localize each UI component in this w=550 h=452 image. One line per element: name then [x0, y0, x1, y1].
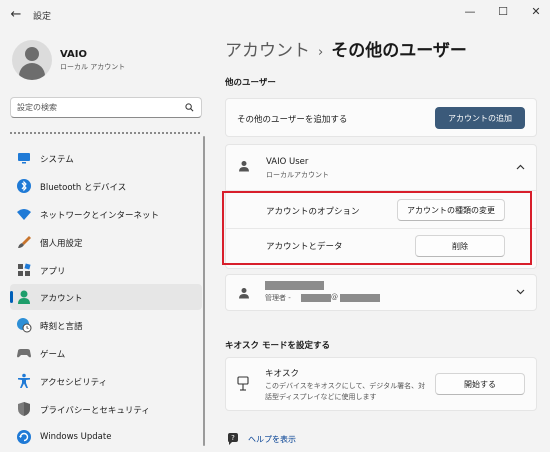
help-icon[interactable]: ? — [226, 432, 240, 446]
redacted-email-domain — [340, 294, 380, 302]
help-link[interactable]: ヘルプを表示 — [248, 434, 296, 445]
breadcrumb-parent[interactable]: アカウント — [225, 41, 310, 61]
nav-item-accounts[interactable]: アカウント — [10, 284, 202, 310]
highlight-box — [222, 191, 532, 265]
avatar-body — [19, 63, 45, 80]
page-title: その他のユーザー — [331, 41, 467, 61]
nav-label: アプリ — [40, 267, 66, 277]
nav-item-accessibility[interactable]: アクセシビリティ — [10, 368, 202, 394]
nav-item-windows-update[interactable]: Windows Update — [10, 424, 202, 450]
nav-item-time-language[interactable]: 時刻と言語 — [10, 312, 202, 338]
nav-label: アクセシビリティ — [40, 378, 108, 388]
apps-icon — [18, 263, 31, 276]
nav-label: ゲーム — [40, 350, 66, 360]
kiosk-description-line2: 話型ディスプレイなどに使用します — [265, 393, 377, 401]
user-type: ローカルアカウント — [266, 171, 329, 179]
nav-item-system[interactable]: システム — [10, 145, 202, 171]
brush-icon — [18, 236, 31, 248]
maximize-button[interactable]: ☐ — [493, 3, 513, 21]
nav-label: アカウント — [40, 294, 83, 304]
chevron-up-icon[interactable] — [516, 164, 525, 170]
nav-label: Bluetooth とデバイス — [40, 183, 127, 193]
nav-label: 個人用設定 — [40, 239, 83, 249]
title-bar: ← 設定 — ☐ ✕ — [0, 0, 550, 30]
user-icon — [239, 161, 249, 172]
nav-label: 時刻と言語 — [40, 322, 83, 332]
avatar-head — [25, 47, 39, 61]
redacted-email-user — [301, 294, 331, 302]
email-at-sign: @ — [331, 293, 338, 301]
nav-label: Windows Update — [40, 432, 112, 442]
nav-label: ネットワークとインターネット — [40, 211, 160, 221]
nav-item-network[interactable]: ネットワークとインターネット — [10, 201, 202, 227]
section-title-other-users: 他のユーザー — [225, 78, 276, 88]
kiosk-start-button[interactable]: 開始する — [435, 373, 525, 395]
back-button[interactable]: ← — [6, 6, 26, 24]
user-name: VAIO User — [266, 157, 309, 167]
kiosk-icon — [237, 376, 249, 391]
nav-item-bluetooth[interactable]: Bluetooth とデバイス — [10, 173, 202, 199]
wifi-icon — [17, 209, 31, 220]
minimize-button[interactable]: — — [460, 3, 480, 21]
bluetooth-icon — [17, 179, 31, 193]
accessibility-icon — [18, 373, 30, 388]
svg-text:?: ? — [231, 434, 235, 442]
app-title: 設定 — [33, 12, 52, 22]
profile-name: VAIO — [60, 49, 88, 60]
scroll-cutoff-indicator — [10, 130, 200, 136]
nav-item-personalization[interactable]: 個人用設定 — [10, 229, 202, 255]
shield-icon — [18, 402, 30, 416]
add-user-label: その他のユーザーを追加する — [237, 115, 348, 125]
admin-role-label: 管理者 - — [265, 294, 291, 302]
search-box[interactable] — [10, 97, 202, 118]
globe-clock-icon — [17, 318, 32, 333]
sidebar-scrollbar[interactable] — [203, 136, 205, 446]
chevron-down-icon[interactable] — [516, 289, 525, 295]
active-indicator — [10, 291, 13, 303]
breadcrumb-separator: › — [318, 45, 324, 60]
system-icon — [18, 153, 30, 164]
breadcrumb: アカウント › その他のユーザー — [225, 36, 467, 61]
search-input[interactable] — [17, 101, 177, 114]
search-icon[interactable] — [185, 103, 194, 112]
nav-label: プライバシーとセキュリティ — [40, 406, 150, 416]
redacted-user-name — [265, 281, 324, 290]
nav-item-privacy-security[interactable]: プライバシーとセキュリティ — [10, 396, 202, 422]
kiosk-title: キオスク — [265, 369, 300, 379]
kiosk-card: キオスク このデバイスをキオスクにして、デジタル署名、対 話型ディスプレイなどに… — [225, 357, 537, 411]
account-icon — [18, 290, 30, 304]
section-title-kiosk: キオスク モードを設定する — [225, 341, 330, 351]
user-card-admin: 管理者 - @ — [225, 274, 537, 311]
nav-label: システム — [40, 155, 74, 165]
user-icon — [239, 288, 249, 299]
add-user-card: その他のユーザーを追加する アカウントの追加 — [225, 98, 537, 137]
profile-account-type: ローカル アカウント — [60, 63, 126, 71]
kiosk-description-line1: このデバイスをキオスクにして、デジタル署名、対 — [265, 382, 426, 390]
avatar[interactable] — [12, 40, 52, 80]
nav-item-gaming[interactable]: ゲーム — [10, 340, 202, 366]
nav-item-apps[interactable]: アプリ — [10, 257, 202, 283]
close-button[interactable]: ✕ — [526, 3, 546, 21]
gamepad-icon — [17, 349, 31, 358]
update-icon — [17, 430, 31, 444]
add-account-button[interactable]: アカウントの追加 — [435, 107, 525, 129]
